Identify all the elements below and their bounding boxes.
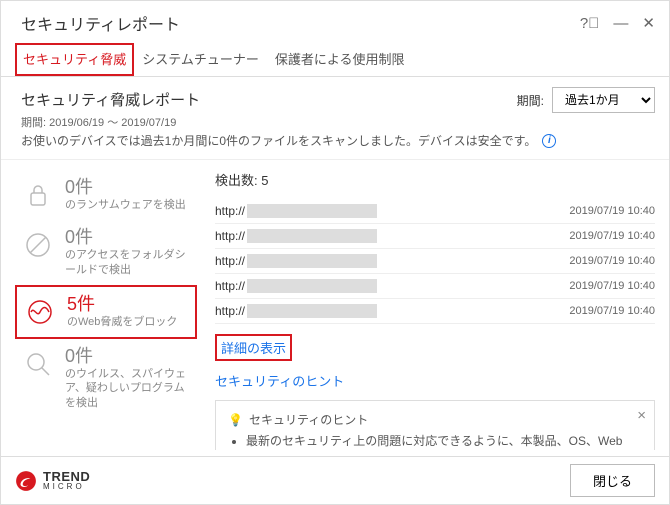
timestamp: 2019/07/19 10:40 [569, 305, 655, 317]
help-icon[interactable]: ?⃝ [580, 15, 600, 32]
brand-sub: MICRO [43, 483, 90, 491]
report-range: 期間: 2019/06/19 ～ 2019/07/19 [21, 114, 649, 130]
search-icon [21, 347, 55, 381]
detection-row[interactable]: http:// 2019/07/19 10:40 [215, 224, 655, 249]
tab-bar: セキュリティ脅威 システムチューナー 保護者による使用制限 [1, 43, 669, 77]
sidebar-item-folder-shield[interactable]: 0件 のアクセスをフォルダシールドで検出 [15, 220, 197, 285]
count: 0件 [65, 347, 191, 365]
close-button[interactable]: 閉じる [570, 464, 655, 497]
desc: のアクセスをフォルダシールドで検出 [65, 248, 191, 277]
redacted-url [247, 254, 377, 268]
trend-micro-icon [15, 470, 37, 492]
sidebar: 0件 のランサムウェアを検出 0件 のアクセスをフォルダシールドで検出 5件 の… [1, 160, 201, 450]
period-label: 期間: [517, 92, 544, 109]
tab-system-tuner[interactable]: システムチューナー [134, 43, 267, 76]
detection-row[interactable]: http:// 2019/07/19 10:40 [215, 299, 655, 324]
desc: のランサムウェアを検出 [65, 198, 191, 212]
timestamp: 2019/07/19 10:40 [569, 280, 655, 292]
period-select[interactable]: 過去1か月 [552, 87, 655, 113]
detections-title: 検出数: 5 [215, 170, 655, 189]
timestamp: 2019/07/19 10:40 [569, 255, 655, 267]
show-detail-link[interactable]: 詳細の表示 [215, 334, 292, 361]
timestamp: 2019/07/19 10:40 [569, 230, 655, 242]
wave-icon [23, 295, 57, 329]
bulb-icon: 💡 [228, 413, 243, 427]
sidebar-item-virus[interactable]: 0件 のウイルス、スパイウェア、疑わしいプログラムを検出 [15, 339, 197, 418]
tab-security-threats[interactable]: セキュリティ脅威 [15, 43, 134, 76]
close-icon[interactable]: ✕ [642, 14, 655, 32]
desc: のWeb脅威をブロック [67, 315, 189, 329]
desc: のウイルス、スパイウェア、疑わしいプログラムを検出 [65, 367, 191, 410]
info-icon[interactable]: i [542, 134, 556, 148]
redacted-url [247, 204, 377, 218]
block-icon [21, 228, 55, 262]
detection-row[interactable]: http:// 2019/07/19 10:40 [215, 199, 655, 224]
security-hint-link[interactable]: セキュリティのヒント [215, 371, 344, 390]
minimize-icon[interactable]: — [613, 15, 628, 32]
window-title: セキュリティレポート [21, 11, 180, 35]
brand-logo: TREND MICRO [15, 470, 90, 492]
redacted-url [247, 304, 377, 318]
count: 0件 [65, 228, 191, 246]
tab-parental-controls[interactable]: 保護者による使用制限 [267, 43, 413, 76]
sidebar-item-ransomware[interactable]: 0件 のランサムウェアを検出 [15, 170, 197, 220]
count: 5件 [67, 295, 189, 313]
sidebar-item-web-threats[interactable]: 5件 のWeb脅威をブロック [15, 285, 197, 339]
count: 0件 [65, 178, 191, 196]
detection-row[interactable]: http:// 2019/07/19 10:40 [215, 249, 655, 274]
hint-close-icon[interactable]: × [637, 407, 646, 424]
security-hint-box: × 💡 セキュリティのヒント 最新のセキュリティ上の問題に対応できるように、本製… [215, 400, 655, 450]
detection-row[interactable]: http:// 2019/07/19 10:40 [215, 274, 655, 299]
hint-box-body: 最新のセキュリティ上の問題に対応できるように、本製品、OS、Webブラウザ、PD… [246, 432, 626, 450]
report-desc: お使いのデバイスでは過去1か月間に0件のファイルをスキャンしました。デバイスは安… [21, 132, 536, 149]
hint-box-title: セキュリティのヒント [249, 411, 368, 428]
lock-icon [21, 178, 55, 212]
timestamp: 2019/07/19 10:40 [569, 205, 655, 217]
redacted-url [247, 279, 377, 293]
redacted-url [247, 229, 377, 243]
